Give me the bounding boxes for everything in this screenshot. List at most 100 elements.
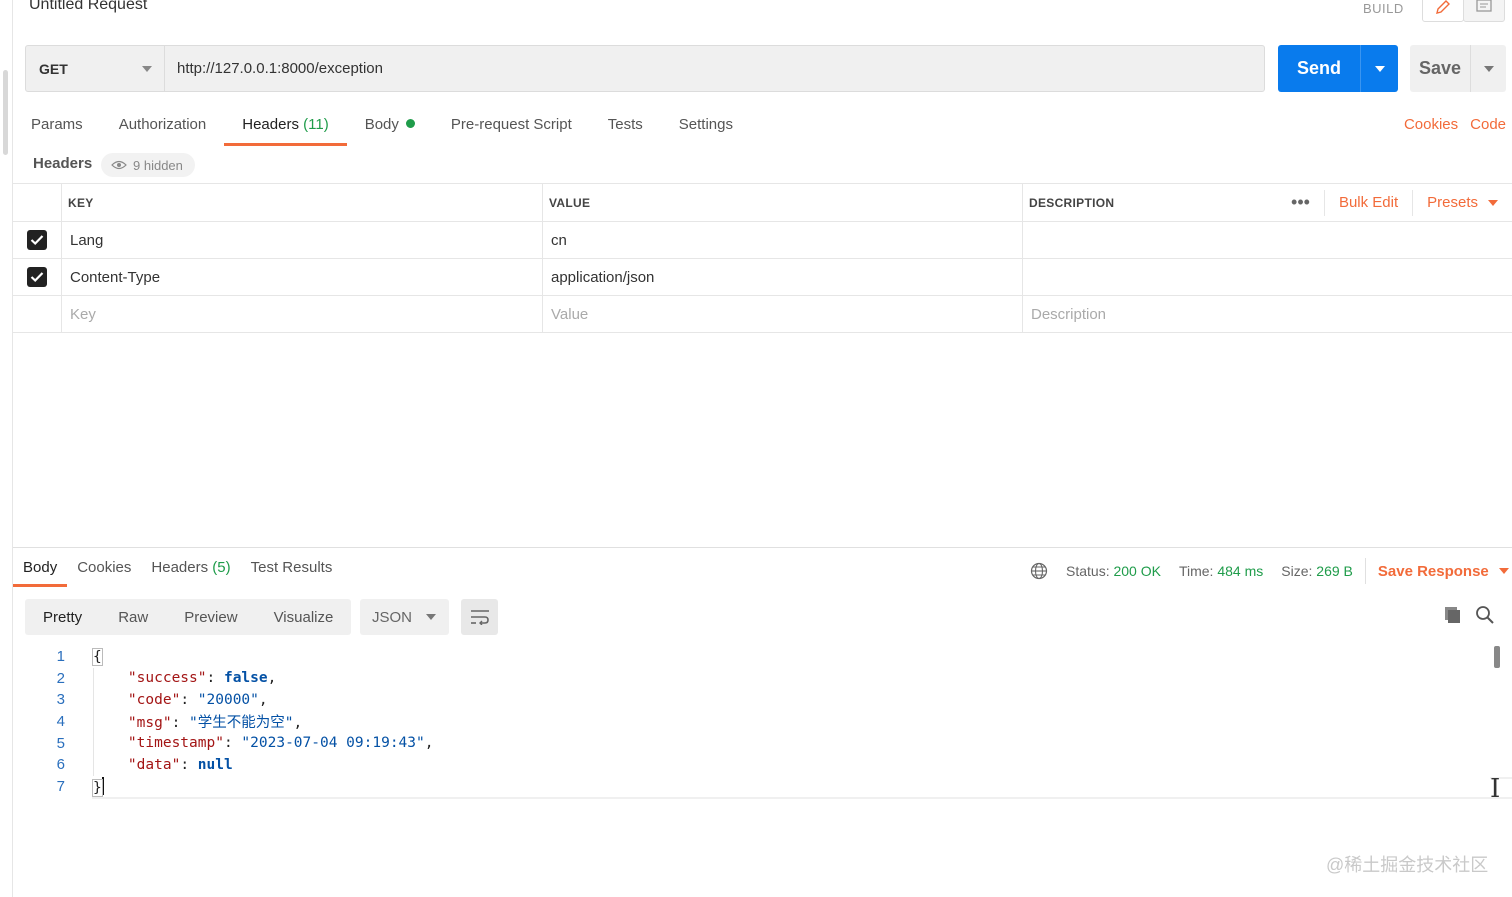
code-link[interactable]: Code — [1470, 116, 1506, 133]
send-options-dropdown[interactable] — [1360, 45, 1398, 92]
line-number: 7 — [56, 777, 65, 795]
header-description-cell[interactable] — [1023, 222, 1512, 258]
more-options-icon[interactable]: ••• — [1277, 190, 1324, 216]
presets-dropdown[interactable]: Presets — [1412, 189, 1512, 216]
headers-section-label: Headers — [33, 155, 93, 172]
line-number: 1 — [56, 648, 65, 666]
column-header-key: KEY — [62, 184, 543, 221]
tab-count: (11) — [303, 116, 329, 133]
checkbox-checked-icon[interactable] — [27, 267, 47, 287]
format-select[interactable]: JSON — [360, 599, 449, 635]
tab-tests[interactable]: Tests — [590, 110, 661, 144]
checkbox-checked-icon[interactable] — [27, 230, 47, 250]
new-key-input[interactable]: Key — [62, 296, 543, 332]
open-brace: { — [92, 647, 103, 666]
tab-label: Headers — [242, 116, 299, 133]
hidden-count: 9 hidden — [133, 157, 183, 173]
tab-body[interactable]: Body — [347, 110, 433, 144]
view-mode-bar: Pretty Raw Preview Visualize — [25, 599, 352, 635]
chevron-down-icon — [1498, 568, 1509, 574]
code-line: 6 "data": null — [25, 754, 1490, 776]
status-label: Status: — [1066, 563, 1110, 579]
tab-authorization[interactable]: Authorization — [101, 110, 225, 144]
globe-icon[interactable] — [1030, 562, 1048, 580]
tab-settings[interactable]: Settings — [661, 110, 751, 144]
row-checkbox[interactable] — [13, 259, 62, 295]
table-row: Lang cn — [13, 222, 1512, 259]
header-description-cell[interactable] — [1023, 259, 1512, 295]
row-checkbox[interactable] — [13, 222, 62, 258]
status-value[interactable]: 200 OK — [1113, 563, 1160, 579]
close-brace: } — [92, 778, 103, 797]
time-value[interactable]: 484 ms — [1217, 563, 1263, 579]
header-value-cell[interactable]: application/json — [543, 259, 1023, 295]
cookies-link[interactable]: Cookies — [1404, 116, 1458, 133]
tab-test-results[interactable]: Test Results — [241, 553, 343, 585]
editor-scrollbar[interactable] — [1494, 646, 1500, 668]
status-dot-icon — [405, 119, 415, 128]
response-body-editor[interactable]: 1 { 2 "success": false, 3 "code": "20000… — [25, 646, 1490, 798]
table-row-new: Key Value Description — [13, 296, 1512, 333]
send-button[interactable]: Send — [1278, 45, 1398, 92]
code-line: 4 "msg": "学生不能为空", — [25, 711, 1490, 733]
new-value-input[interactable]: Value — [543, 296, 1023, 332]
response-meta: Status: 200 OK Time: 484 ms Size: 269 B … — [1030, 558, 1509, 584]
view-raw[interactable]: Raw — [100, 599, 166, 635]
tab-label: Params — [31, 116, 83, 133]
view-preview[interactable]: Preview — [166, 599, 255, 635]
header-key-cell[interactable]: Lang — [62, 222, 543, 258]
wrap-lines-icon — [470, 610, 489, 625]
line-number: 6 — [56, 756, 65, 774]
code-text: "timestamp": "2023-07-04 09:19:43", — [127, 735, 434, 752]
save-response-dropdown[interactable]: Save Response — [1378, 563, 1509, 580]
tab-headers[interactable]: Headers (11) — [224, 110, 348, 146]
header-key-cell[interactable]: Content-Type — [62, 259, 543, 295]
tab-response-cookies[interactable]: Cookies — [67, 553, 141, 585]
view-pretty[interactable]: Pretty — [25, 599, 100, 635]
tab-label: Tests — [607, 116, 643, 133]
code-text: "code": "20000", — [127, 691, 268, 708]
chevron-down-icon — [142, 66, 152, 72]
new-description-input[interactable]: Description — [1023, 296, 1512, 332]
method-label: GET — [39, 60, 68, 77]
view-visualize[interactable]: Visualize — [256, 599, 352, 635]
code-text: } — [69, 776, 104, 797]
code-text: { — [69, 647, 103, 666]
save-button[interactable]: Save — [1410, 45, 1506, 92]
tab-label: Body — [23, 559, 58, 576]
headers-table: KEY VALUE DESCRIPTION ••• Bulk Edit Pres… — [13, 183, 1512, 333]
comment-icon[interactable] — [1463, 0, 1505, 22]
search-icon[interactable] — [1475, 605, 1495, 630]
url-input[interactable]: http://127.0.0.1:8000/exception — [165, 46, 1264, 91]
tab-label: Body — [364, 116, 399, 133]
header-value-cell[interactable]: cn — [543, 222, 1023, 258]
pane-divider[interactable] — [13, 547, 1512, 548]
ibeam-cursor-icon: Ⅰ — [1490, 774, 1501, 804]
send-label: Send — [1296, 58, 1341, 78]
save-response-label: Save Response — [1377, 562, 1489, 580]
tab-response-headers[interactable]: Headers (5) — [141, 553, 240, 585]
json-key: "timestamp" — [127, 735, 224, 752]
json-key: "data" — [127, 756, 181, 773]
column-header-description: DESCRIPTION ••• Bulk Edit Presets — [1023, 184, 1512, 221]
json-key: "msg" — [127, 715, 172, 732]
code-line: 5 "timestamp": "2023-07-04 09:19:43", — [25, 732, 1490, 754]
sidebar-scrollbar[interactable] — [3, 70, 8, 155]
tab-response-body[interactable]: Body — [13, 553, 68, 587]
tab-pre-request-script[interactable]: Pre-request Script — [433, 110, 590, 144]
method-select[interactable]: GET — [26, 46, 165, 91]
request-title[interactable]: Untitled Request — [29, 0, 147, 14]
edit-pencil-icon[interactable] — [1422, 0, 1464, 22]
size-label: Size: — [1281, 563, 1313, 579]
save-options-dropdown[interactable] — [1470, 45, 1506, 92]
tab-params[interactable]: Params — [13, 110, 101, 144]
json-value: "20000" — [197, 691, 259, 708]
code-line: 7 } — [25, 775, 1490, 798]
wrap-lines-button[interactable] — [461, 599, 498, 635]
json-value: "2023-07-04 09:19:43" — [241, 735, 425, 752]
hidden-headers-toggle[interactable]: 9 hidden — [101, 153, 195, 177]
bulk-edit-button[interactable]: Bulk Edit — [1323, 189, 1412, 216]
code-line: 2 "success": false, — [25, 668, 1490, 690]
copy-icon[interactable] — [1443, 605, 1463, 630]
size-value[interactable]: 269 B — [1316, 563, 1353, 579]
